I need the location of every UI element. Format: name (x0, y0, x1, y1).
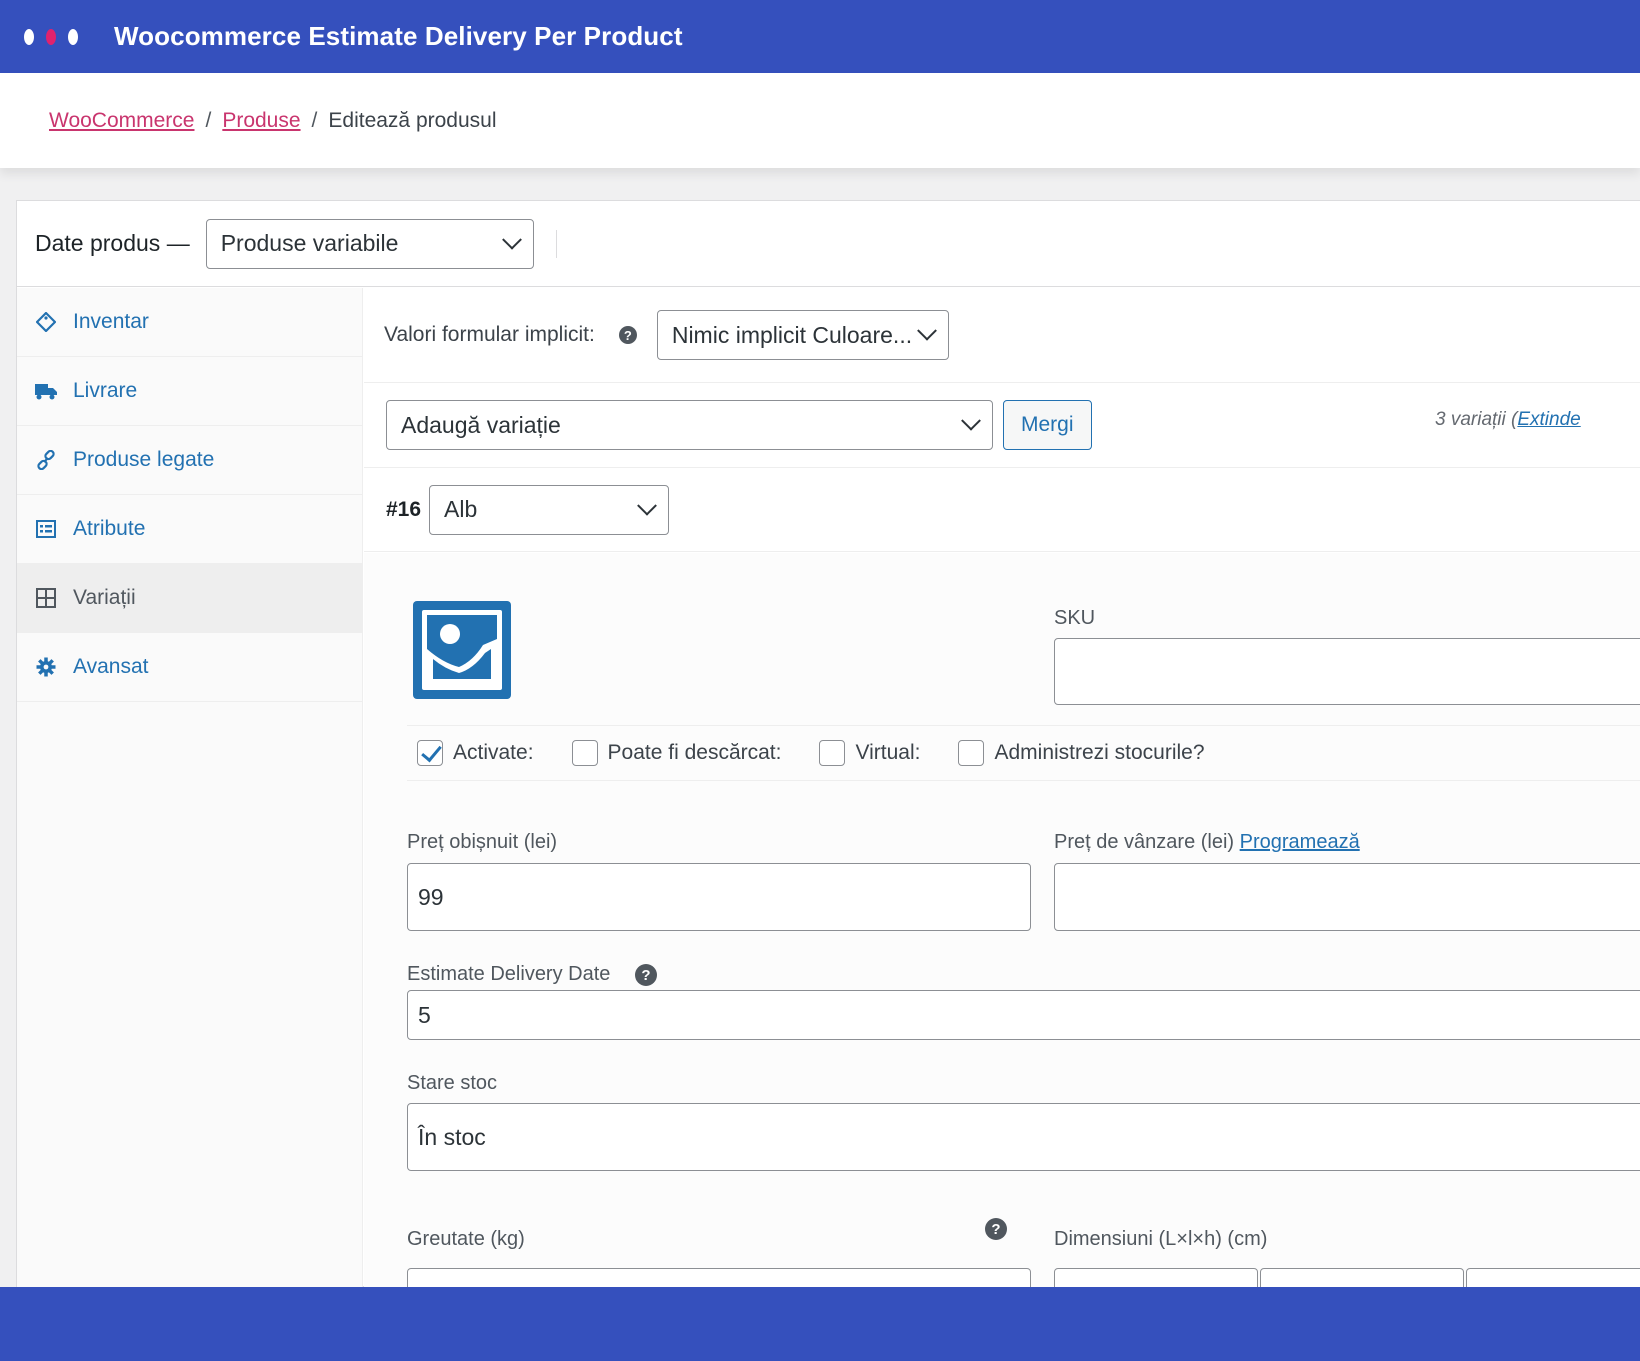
variation-header: #16 Alb (364, 468, 1640, 552)
variation-attribute-select[interactable]: Alb (429, 484, 670, 535)
window-dot-icon (24, 28, 34, 45)
variation-options-row: Activate: Poate fi descărcat: Virtual: A… (407, 725, 1640, 781)
add-variation-value: Adaugă variație (401, 411, 561, 438)
stock-status-label: Stare stoc (407, 1072, 498, 1094)
manage-stock-checkbox[interactable]: Administrezi stocurile? (958, 740, 1205, 766)
tab-label: Produse legate (73, 448, 215, 471)
checkbox-unchecked (819, 740, 846, 766)
image-icon (413, 601, 511, 699)
help-icon[interactable]: ? (618, 326, 637, 344)
product-data-panel: Date produs — Produse variabile Inventar… (16, 200, 1640, 1308)
window-dots (24, 28, 78, 45)
checkbox-label: Administrezi stocurile? (994, 741, 1205, 764)
regular-price-input[interactable]: 99 (407, 863, 1031, 931)
app-header: Woocommerce Estimate Delivery Per Produc… (0, 0, 1640, 73)
tab-label: Inventar (73, 310, 149, 333)
stock-status-select[interactable]: În stoc (407, 1103, 1640, 1171)
product-type-select[interactable]: Produse variabile (205, 218, 534, 269)
sale-price-label-row: Preț de vânzare (lei) Programează (1054, 831, 1360, 854)
breadcrumb-link-woocommerce[interactable]: WooCommerce (49, 109, 194, 133)
breadcrumb: WooCommerce / Produse / Editează produsu… (0, 73, 1640, 168)
tab-inventar[interactable]: Inventar (17, 288, 362, 357)
variation-image-placeholder[interactable] (413, 601, 511, 699)
help-icon[interactable]: ? (635, 964, 657, 986)
tab-atribute[interactable]: Atribute (17, 495, 362, 564)
window-dot-icon (46, 28, 56, 45)
checkbox-label: Virtual: (855, 741, 921, 764)
default-color-value: Nimic implicit Culoare... (671, 321, 913, 348)
downloadable-checkbox[interactable]: Poate fi descărcat: (571, 740, 782, 766)
chevron-down-icon (501, 229, 522, 250)
product-data-header: Date produs — Produse variabile (17, 201, 1640, 287)
delivery-date-input[interactable]: 5 (407, 990, 1640, 1040)
checkbox-label: Activate: (453, 741, 534, 764)
variation-count-text: 3 variații ( (1435, 409, 1518, 430)
sale-price-label: Preț de vânzare (lei) (1054, 831, 1235, 853)
variations-panel: Valori formular implicit: ? Nimic implic… (364, 288, 1640, 1308)
add-variation-select[interactable]: Adaugă variație (386, 400, 993, 450)
variation-count: 3 variații (Extinde (1435, 409, 1581, 431)
enabled-checkbox[interactable]: Activate: (417, 740, 534, 766)
sku-label: SKU (1054, 607, 1096, 629)
product-data-tabs: Inventar Livrare Produse legate Atribute… (17, 288, 363, 1288)
add-variation-row: Adaugă variație Mergi 3 variații (Extind… (364, 383, 1640, 468)
product-type-value: Produse variabile (220, 230, 399, 256)
tab-livrare[interactable]: Livrare (17, 357, 362, 426)
variation-attribute-value: Alb (444, 496, 478, 522)
sku-input[interactable] (1054, 638, 1640, 705)
tab-label: Variații (73, 586, 136, 609)
default-form-values-row: Valori formular implicit: ? Nimic implic… (364, 288, 1640, 383)
chevron-down-icon (961, 410, 981, 431)
app-title: Woocommerce Estimate Delivery Per Produc… (114, 21, 683, 51)
variation-body: SKU Activate: Poate fi descărcat: Virtua… (364, 553, 1640, 1308)
list-icon (35, 518, 57, 540)
sale-price-input[interactable] (1054, 863, 1640, 931)
tab-label: Avansat (73, 655, 149, 678)
tab-produse-legate[interactable]: Produse legate (17, 426, 362, 495)
footer-bar (0, 1287, 1640, 1361)
checkbox-checked (417, 740, 443, 766)
regular-price-label: Preț obișnuit (lei) (407, 831, 558, 853)
expand-link[interactable]: Extinde (1517, 409, 1580, 430)
checkbox-unchecked (571, 740, 598, 766)
tab-label: Atribute (73, 517, 146, 540)
tab-variatii[interactable]: Variații (17, 564, 362, 633)
default-color-select[interactable]: Nimic implicit Culoare... (656, 310, 949, 360)
tab-avansat[interactable]: Avansat (17, 633, 362, 702)
breadcrumb-separator: / (311, 108, 318, 132)
breadcrumb-separator: / (205, 108, 212, 132)
link-icon (35, 449, 57, 471)
grid-icon (35, 587, 57, 609)
help-icon[interactable]: ? (985, 1218, 1007, 1240)
window-dot-icon (68, 28, 78, 45)
tag-icon (35, 311, 57, 333)
chevron-down-icon (637, 495, 657, 516)
schedule-link[interactable]: Programează (1240, 831, 1360, 853)
breadcrumb-current: Editează produsul (328, 108, 497, 132)
tab-label: Livrare (73, 379, 138, 402)
default-form-values-label: Valori formular implicit: (384, 323, 595, 346)
go-button[interactable]: Mergi (1003, 400, 1092, 450)
weight-label: Greutate (kg) (407, 1228, 525, 1250)
delivery-date-label: Estimate Delivery Date (407, 963, 611, 985)
variation-number: #16 (386, 497, 422, 521)
virtual-checkbox[interactable]: Virtual: (819, 740, 920, 766)
gear-icon (35, 656, 57, 678)
divider (555, 229, 557, 258)
checkbox-unchecked (958, 740, 985, 766)
chevron-down-icon (916, 320, 937, 341)
product-data-label: Date produs — (35, 230, 190, 256)
truck-icon (35, 380, 57, 402)
dimensions-label: Dimensiuni (L×l×h) (cm) (1054, 1228, 1268, 1250)
checkbox-label: Poate fi descărcat: (607, 741, 782, 764)
breadcrumb-link-produse[interactable]: Produse (222, 109, 300, 133)
